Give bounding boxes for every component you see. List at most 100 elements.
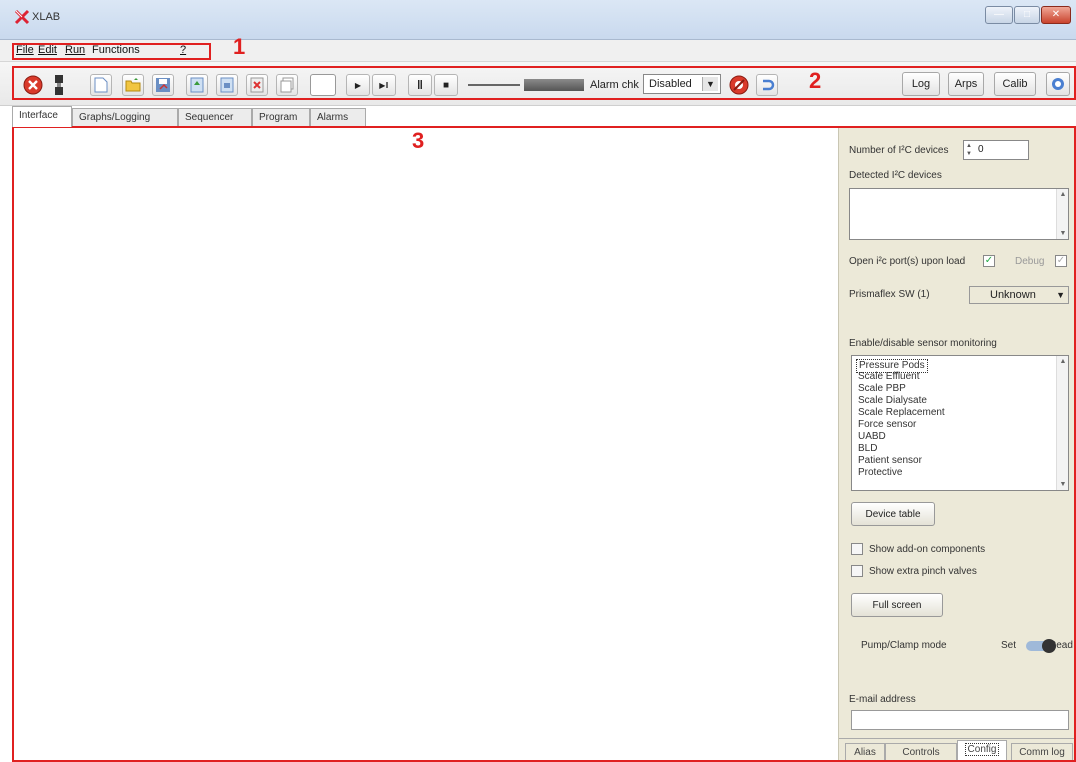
new-file-icon[interactable] <box>90 74 112 96</box>
tab-comm-log[interactable]: Comm log <box>1011 743 1073 761</box>
alarm-check-select[interactable]: Disabled ▼ <box>643 74 721 94</box>
minimize-icon: — <box>994 9 1004 20</box>
menu-edit[interactable]: Edit <box>38 44 57 56</box>
tab-alias[interactable]: Alias <box>845 743 885 761</box>
open-port-checkbox[interactable]: ✓ <box>983 255 995 267</box>
title-bar: XLAB — □ ✕ <box>0 0 1076 40</box>
menu-functions[interactable]: Functions <box>92 44 140 56</box>
debug-label: Debug <box>1015 256 1045 267</box>
menu-run-label: Run <box>65 44 86 56</box>
step-icon: ▶‖ <box>379 80 389 90</box>
tab-sequencer[interactable]: Sequencer <box>178 108 252 126</box>
panel-bottom-tabs: Alias Controls Config Comm log <box>839 738 1075 761</box>
blank-toolbar-button[interactable] <box>310 74 336 96</box>
stop-square-icon: ■ <box>442 79 450 91</box>
list-item[interactable]: Scale Dialysate <box>858 395 927 407</box>
tab-controls[interactable]: Controls <box>885 743 957 761</box>
device-table-button[interactable]: Device table <box>851 502 935 526</box>
tab-config[interactable]: Config <box>957 740 1007 761</box>
open-file-icon[interactable] <box>122 74 144 96</box>
save-icon[interactable] <box>152 74 174 96</box>
list-item[interactable]: Scale Effluent <box>858 371 920 383</box>
prismaflex-select[interactable]: Unknown ▼ <box>969 286 1069 304</box>
pump-mode-label: Pump/Clamp mode <box>861 640 947 651</box>
sensor-list-scrollbar[interactable]: ▲ ▼ <box>1056 356 1068 490</box>
show-addon-checkbox[interactable] <box>851 543 863 555</box>
tab-config-label: Config <box>964 743 1000 756</box>
maximize-button[interactable]: □ <box>1014 6 1040 24</box>
menu-help-label: ? <box>180 44 187 56</box>
close-button[interactable]: ✕ <box>1041 6 1071 24</box>
num-devices-label: Number of I²C devices <box>849 145 949 156</box>
callout-3: 3 <box>412 128 425 153</box>
interface-canvas[interactable] <box>14 128 836 760</box>
detected-devices-list[interactable]: ▲ ▼ <box>849 188 1069 240</box>
menu-file[interactable]: File <box>16 44 34 56</box>
maximize-icon: □ <box>1023 9 1031 20</box>
calib-button[interactable]: Calib <box>994 72 1036 96</box>
log-button[interactable]: Log <box>902 72 940 96</box>
help-button[interactable] <box>1046 72 1070 96</box>
scroll-up-icon[interactable]: ▲ <box>1057 191 1069 198</box>
open-port-label: Open i²c port(s) upon load <box>849 256 966 267</box>
menu-bar: File Edit Run Functions ? 1 <box>0 34 1076 62</box>
scroll-down-icon[interactable]: ▼ <box>1057 481 1069 488</box>
stop-button[interactable]: ■ <box>434 74 458 96</box>
menu-edit-label: Edit <box>38 44 57 56</box>
email-label: E-mail address <box>849 694 916 705</box>
menu-run[interactable]: Run <box>65 44 85 56</box>
detected-devices-label: Detected I²C devices <box>849 170 942 181</box>
app-logo-icon <box>14 9 30 25</box>
chevron-down-icon: ▼ <box>702 77 718 91</box>
copy-icon[interactable] <box>276 74 298 96</box>
email-field[interactable] <box>851 710 1069 730</box>
tab-interface[interactable]: Interface <box>12 106 72 127</box>
num-devices-value: 0 <box>978 144 984 155</box>
debug-checkbox[interactable]: ✓ <box>1055 255 1067 267</box>
tab-alarms[interactable]: Alarms <box>310 108 366 126</box>
chevron-down-icon: ▼ <box>1056 290 1065 300</box>
detected-devices-scrollbar[interactable]: ▲ ▼ <box>1056 189 1068 239</box>
list-item[interactable]: Scale Replacement <box>858 407 945 419</box>
list-item[interactable]: Scale PBP <box>858 383 906 395</box>
menu-help[interactable]: ? <box>180 44 186 56</box>
pause-button[interactable]: ‖ <box>408 74 432 96</box>
refresh-icon[interactable] <box>756 74 778 96</box>
play-button[interactable]: ▶ <box>346 74 370 96</box>
scroll-up-icon[interactable]: ▲ <box>1057 358 1069 365</box>
sensor-monitoring-label: Enable/disable sensor monitoring <box>849 338 997 349</box>
minimize-button[interactable]: — <box>985 6 1013 24</box>
tab-graphs-logging[interactable]: Graphs/Logging <box>72 108 178 126</box>
alarm-check-label: Alarm chk <box>590 79 639 91</box>
sensor-monitoring-list[interactable]: Pressure Pods Scale Effluent Scale PBP S… <box>851 355 1069 491</box>
callout-2: 2 <box>809 68 822 93</box>
pump-mode-set-label: Set <box>1001 640 1017 651</box>
list-item[interactable]: BLD <box>858 443 877 455</box>
play-icon: ▶ <box>354 80 362 90</box>
export-icon[interactable] <box>186 74 208 96</box>
show-pinch-checkbox[interactable] <box>851 565 863 577</box>
num-devices-stepper[interactable]: ▲ ▼ 0 <box>963 140 1029 160</box>
pump-mode-read-label: Read <box>1049 640 1073 651</box>
tab-program[interactable]: Program <box>252 108 310 126</box>
show-addon-label: Show add-on components <box>869 544 986 555</box>
list-item[interactable]: UABD <box>858 431 886 443</box>
info-icon <box>1052 78 1064 90</box>
line-thin-indicator <box>468 84 520 86</box>
line-thick-indicator <box>524 79 584 91</box>
full-screen-button[interactable]: Full screen <box>851 593 943 617</box>
prismaflex-label: Prismaflex SW (1) <box>849 289 930 300</box>
alarm-off-icon[interactable] <box>728 74 750 96</box>
stepper-arrows-icon[interactable]: ▲ ▼ <box>966 142 974 158</box>
stop-icon[interactable] <box>22 74 44 96</box>
list-item[interactable]: Protective <box>858 467 902 479</box>
arps-button[interactable]: Arps <box>948 72 984 96</box>
connect-icon[interactable] <box>52 74 66 96</box>
list-item[interactable]: Force sensor <box>858 419 916 431</box>
import-icon[interactable] <box>216 74 238 96</box>
alarm-check-value: Disabled <box>649 78 692 90</box>
step-button[interactable]: ▶‖ <box>372 74 396 96</box>
delete-icon[interactable] <box>246 74 268 96</box>
list-item[interactable]: Patient sensor <box>858 455 922 467</box>
scroll-down-icon[interactable]: ▼ <box>1057 230 1069 237</box>
